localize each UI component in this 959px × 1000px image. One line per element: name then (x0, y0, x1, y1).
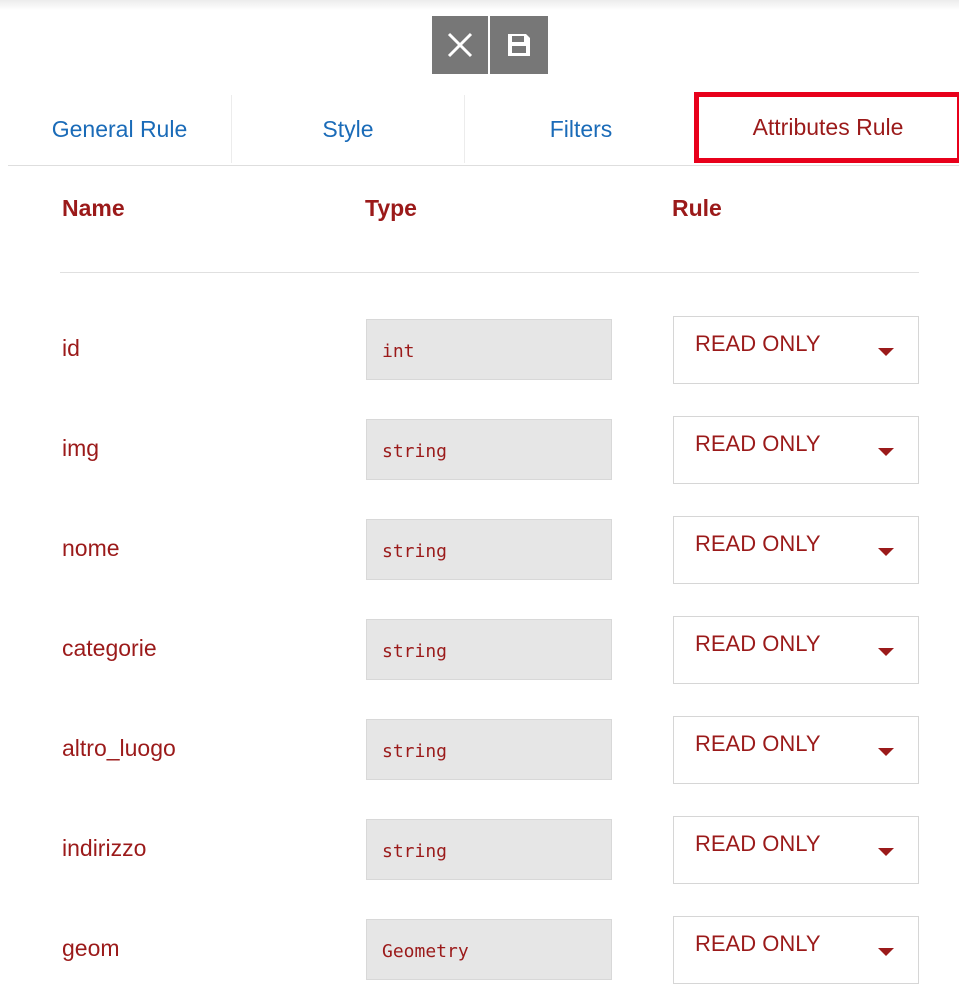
rule-select[interactable]: READ ONLY (673, 616, 919, 684)
rule-select[interactable]: READ ONLY (673, 416, 919, 484)
attribute-name: id (62, 335, 80, 361)
rule-select[interactable]: READ ONLY (673, 916, 919, 984)
attribute-name: categorie (62, 635, 157, 661)
close-button[interactable] (432, 16, 488, 74)
attribute-name: nome (62, 535, 120, 561)
caret-down-icon (878, 648, 894, 656)
attribute-name: altro_luogo (62, 735, 176, 761)
rule-select-value: READ ONLY (695, 531, 821, 556)
rule-select-value: READ ONLY (695, 431, 821, 456)
tab-bar: General Rule Style Filters Attributes Ru… (8, 92, 959, 166)
table-row: categorie string READ ONLY (0, 600, 959, 700)
attribute-type-field: string (366, 719, 612, 780)
caret-down-icon (878, 848, 894, 856)
header-divider (60, 272, 919, 273)
toolbar (432, 16, 548, 74)
caret-down-icon (878, 448, 894, 456)
table-row: altro_luogo string READ ONLY (0, 700, 959, 800)
caret-down-icon (878, 748, 894, 756)
table-row: nome string READ ONLY (0, 500, 959, 600)
attribute-type-field: Geometry (366, 919, 612, 980)
attribute-name: geom (62, 935, 120, 961)
rule-select-value: READ ONLY (695, 631, 821, 656)
floppy-disk-icon (508, 34, 530, 56)
table-row: geom Geometry READ ONLY (0, 900, 959, 1000)
table-row: indirizzo string READ ONLY (0, 800, 959, 900)
tab-general-rule[interactable]: General Rule (8, 95, 231, 163)
caret-down-icon (878, 548, 894, 556)
save-button[interactable] (490, 16, 548, 74)
rule-select-value: READ ONLY (695, 731, 821, 756)
attribute-type-field: int (366, 319, 612, 380)
rule-select[interactable]: READ ONLY (673, 516, 919, 584)
table-row: img string READ ONLY (0, 400, 959, 500)
rule-select[interactable]: READ ONLY (673, 716, 919, 784)
caret-down-icon (878, 348, 894, 356)
rule-select[interactable]: READ ONLY (673, 316, 919, 384)
attribute-type-field: string (366, 419, 612, 480)
caret-down-icon (878, 948, 894, 956)
column-header-name: Name (62, 195, 125, 221)
attribute-name: indirizzo (62, 835, 147, 861)
attribute-name: img (62, 435, 100, 461)
column-header-rule: Rule (672, 195, 722, 221)
rule-select-value: READ ONLY (695, 331, 821, 356)
table-row: id int READ ONLY (0, 300, 959, 400)
attributes-table: id int READ ONLY img string READ ONLY no… (0, 300, 959, 1000)
tab-filters[interactable]: Filters (464, 95, 697, 163)
close-icon (447, 32, 473, 58)
attribute-type-field: string (366, 619, 612, 680)
rule-select-value: READ ONLY (695, 931, 821, 956)
attribute-type-field: string (366, 519, 612, 580)
rule-select[interactable]: READ ONLY (673, 816, 919, 884)
tab-style[interactable]: Style (231, 95, 464, 163)
rule-select-value: READ ONLY (695, 831, 821, 856)
column-header-type: Type (365, 195, 417, 221)
top-shadow (0, 0, 959, 10)
attribute-type-field: string (366, 819, 612, 880)
tab-attributes-rule[interactable]: Attributes Rule (694, 92, 959, 163)
